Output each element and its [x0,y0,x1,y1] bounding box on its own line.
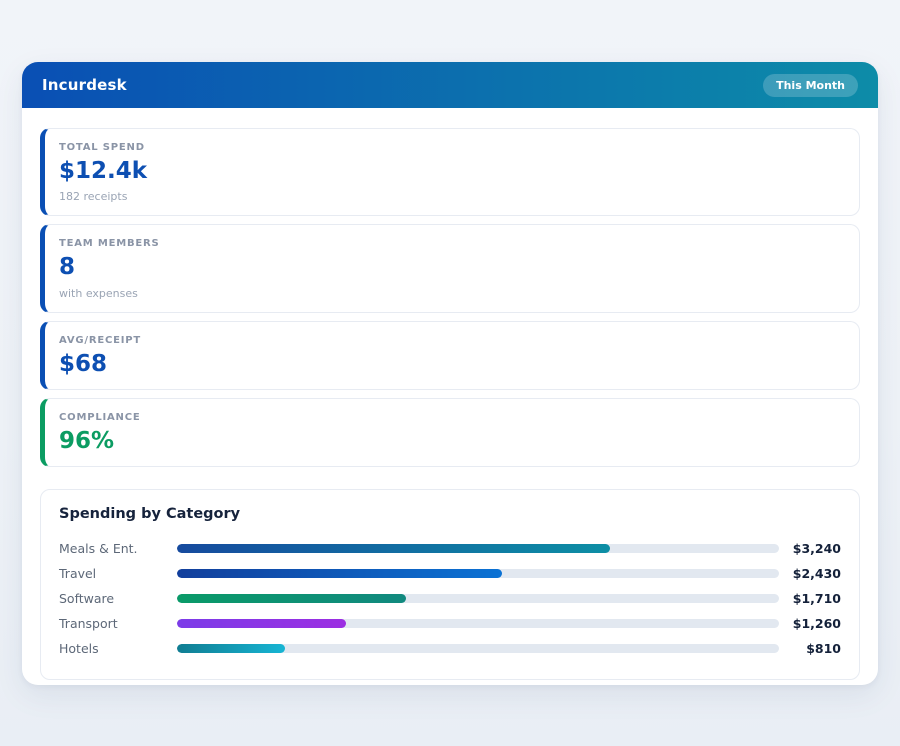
bar-track [177,594,779,603]
chart-row-transport: Transport $1,260 [59,611,841,636]
category-label: Software [59,591,177,606]
stat-label: AVG/RECEIPT [59,335,843,346]
stat-card-team-members: TEAM MEMBERS 8 with expenses [40,224,860,312]
bar-fill [177,569,502,578]
category-value: $810 [779,641,841,656]
category-value: $3,240 [779,541,841,556]
bar-track [177,569,779,578]
stat-subtext: 182 receipts [59,190,843,203]
stat-value: 8 [59,255,843,280]
category-label: Hotels [59,641,177,656]
bar-track [177,619,779,628]
chart-row-hotels: Hotels $810 [59,636,841,661]
stat-label: COMPLIANCE [59,412,843,423]
bar-track [177,644,779,653]
dashboard-body: TOTAL SPEND $12.4k 182 receipts TEAM MEM… [22,108,878,680]
period-badge[interactable]: This Month [763,74,858,97]
chart-row-meals: Meals & Ent. $3,240 [59,536,841,561]
stat-card-compliance: COMPLIANCE 96% [40,398,860,467]
bar-fill [177,619,346,628]
stat-label: TOTAL SPEND [59,142,843,153]
spending-by-category-chart: Spending by Category Meals & Ent. $3,240… [40,489,860,680]
bar-fill [177,594,406,603]
chart-title: Spending by Category [59,506,841,522]
dashboard-container: Incurdesk This Month TOTAL SPEND $12.4k … [22,62,878,685]
stat-subtext: with expenses [59,287,843,300]
app-title: Incurdesk [42,76,127,94]
stat-label: TEAM MEMBERS [59,238,843,249]
chart-row-software: Software $1,710 [59,586,841,611]
category-label: Meals & Ent. [59,541,177,556]
bar-fill [177,644,285,653]
category-value: $1,710 [779,591,841,606]
category-value: $2,430 [779,566,841,581]
stat-card-total-spend: TOTAL SPEND $12.4k 182 receipts [40,128,860,216]
category-label: Travel [59,566,177,581]
chart-row-travel: Travel $2,430 [59,561,841,586]
bar-track [177,544,779,553]
stat-value: $12.4k [59,159,843,184]
stat-value: $68 [59,352,843,377]
category-value: $1,260 [779,616,841,631]
stat-value: 96% [59,429,843,454]
stat-card-avg-receipt: AVG/RECEIPT $68 [40,321,860,390]
bar-fill [177,544,610,553]
category-label: Transport [59,616,177,631]
app-header: Incurdesk This Month [22,62,878,108]
